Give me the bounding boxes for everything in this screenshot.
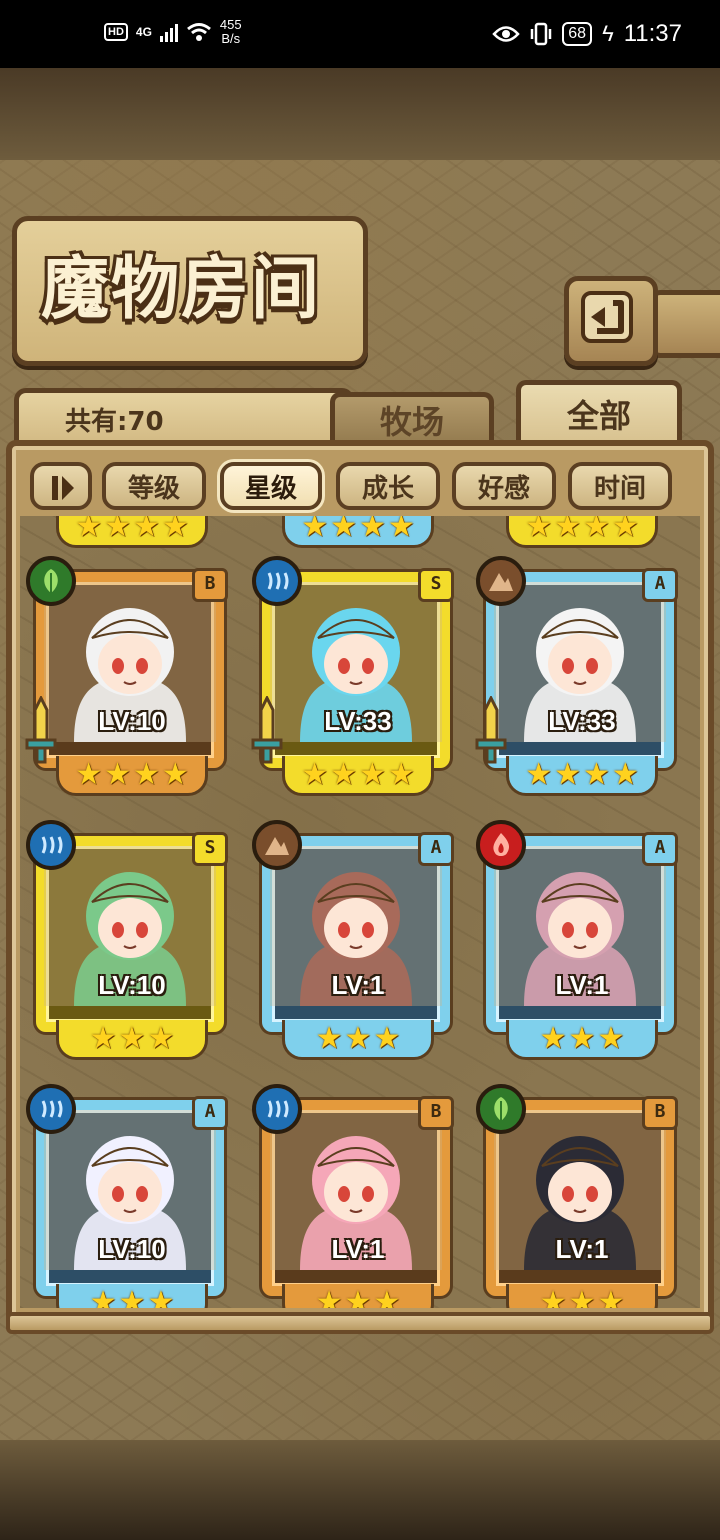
star-rating: ★ ★ ★ xyxy=(282,1020,434,1060)
rank-badge: B xyxy=(642,1096,678,1130)
sort-bar: 等级 星级 成长 好感 时间 xyxy=(30,462,690,512)
status-bar: HD 4G 455 B/s 68 ϟ 11:37 xyxy=(0,0,720,68)
rank-badge: A xyxy=(192,1096,228,1130)
level-label: LV:10 xyxy=(98,970,166,1000)
monster-card[interactable]: A LV:10 ★ ★ ★ xyxy=(26,1084,234,1308)
panel-bottom-rail xyxy=(6,1312,714,1334)
water-icon xyxy=(252,1084,302,1134)
title-banner: 魔物房间 xyxy=(12,216,368,366)
level-label: LV:33 xyxy=(548,706,616,736)
star-rating: ★ ★ ★ xyxy=(56,1020,208,1060)
battery-icon: 68 xyxy=(562,22,593,46)
monster-count: 共有:70 xyxy=(65,407,164,437)
monster-card[interactable]: B LV:1 ★ ★ ★ xyxy=(252,1084,460,1308)
star-rating: ★ ★ ★ xyxy=(506,1284,658,1308)
monster-card[interactable]: B LV:1 ★ ★ ★ xyxy=(476,1084,684,1308)
level-label: LV:10 xyxy=(98,706,166,736)
signal-icon xyxy=(159,22,178,42)
wifi-icon xyxy=(186,23,211,41)
rank-badge: A xyxy=(642,568,678,602)
water-icon xyxy=(26,820,76,870)
top-shade xyxy=(0,68,720,160)
back-bar xyxy=(650,290,720,358)
water-icon xyxy=(26,1084,76,1134)
sort-growth-button[interactable]: 成长 xyxy=(336,462,440,510)
rank-badge: A xyxy=(642,832,678,866)
clock: 11:37 xyxy=(623,20,682,47)
level-label: LV:1 xyxy=(555,970,609,1000)
star-rating: ★ ★ ★ ★ xyxy=(282,516,434,548)
monster-card[interactable]: S LV:33 ★ ★ ★ ★ xyxy=(251,556,460,796)
card-partial[interactable]: ★ ★ ★ ★ xyxy=(256,516,460,548)
rank-badge: B xyxy=(192,568,228,602)
sort-order-icon xyxy=(52,476,74,500)
level-label: LV:33 xyxy=(324,706,392,736)
monster-card[interactable]: A LV:1 ★ ★ ★ xyxy=(252,820,460,1060)
star-rating: ★ ★ ★ ★ xyxy=(56,516,208,548)
star-rating: ★ ★ ★ ★ xyxy=(506,516,658,548)
sort-level-button[interactable]: 等级 xyxy=(102,462,206,510)
bottom-shade xyxy=(0,1440,720,1540)
monster-grid[interactable]: ★ ★ ★ ★ ★ ★ ★ ★ ★ ★ ★ ★ B LV:10 ★ ★ ★ ★ S LV:33 ★ ★ ★ ★ A LV:3… xyxy=(20,516,700,1308)
monster-card[interactable]: A LV:1 ★ ★ ★ xyxy=(476,820,684,1060)
eye-icon xyxy=(492,26,520,42)
level-label: LV:1 xyxy=(555,1234,609,1264)
back-arrow-icon xyxy=(581,291,633,343)
star-rating: ★ ★ ★ xyxy=(282,1284,434,1308)
back-button[interactable] xyxy=(564,276,658,366)
leaf-icon xyxy=(26,556,76,606)
earth-icon xyxy=(476,556,526,606)
hd-indicator: HD xyxy=(104,23,128,41)
water-icon xyxy=(252,556,302,606)
tab-all[interactable]: 全部 xyxy=(516,380,682,442)
page-title: 魔物房间 xyxy=(41,249,322,329)
monster-card[interactable]: B LV:10 ★ ★ ★ ★ xyxy=(25,556,234,796)
monster-card[interactable]: A LV:33 ★ ★ ★ ★ xyxy=(475,556,684,796)
level-label: LV:1 xyxy=(331,970,385,1000)
star-rating: ★ ★ ★ xyxy=(506,1020,658,1060)
net-speed: 455 B/s xyxy=(219,17,242,46)
rank-badge: A xyxy=(418,832,454,866)
level-label: LV:10 xyxy=(98,1234,166,1264)
count-bar: 共有:70 xyxy=(14,388,354,445)
rank-badge: S xyxy=(418,568,454,602)
star-rating: ★ ★ ★ ★ xyxy=(56,756,208,796)
monster-card[interactable]: S LV:10 ★ ★ ★ xyxy=(26,820,234,1060)
star-rating: ★ ★ ★ ★ xyxy=(506,756,658,796)
fire-icon xyxy=(476,820,526,870)
vibrate-icon xyxy=(531,22,552,46)
star-rating: ★ ★ ★ xyxy=(56,1284,208,1308)
star-rating: ★ ★ ★ ★ xyxy=(282,756,434,796)
sort-affection-button[interactable]: 好感 xyxy=(452,462,556,510)
sort-order-toggle[interactable] xyxy=(30,462,92,510)
level-label: LV:1 xyxy=(331,1234,385,1264)
earth-icon xyxy=(252,820,302,870)
rank-badge: S xyxy=(192,832,228,866)
card-partial[interactable]: ★ ★ ★ ★ xyxy=(30,516,234,548)
sort-star-button[interactable]: 星级 xyxy=(220,462,322,510)
charging-icon: ϟ xyxy=(602,21,614,46)
tab-ranch[interactable]: 牧场 xyxy=(330,392,494,442)
rank-badge: B xyxy=(418,1096,454,1130)
leaf-icon xyxy=(476,1084,526,1134)
signal-label: 4G xyxy=(135,25,152,39)
card-partial[interactable]: ★ ★ ★ ★ xyxy=(480,516,684,548)
sort-time-button[interactable]: 时间 xyxy=(568,462,672,510)
